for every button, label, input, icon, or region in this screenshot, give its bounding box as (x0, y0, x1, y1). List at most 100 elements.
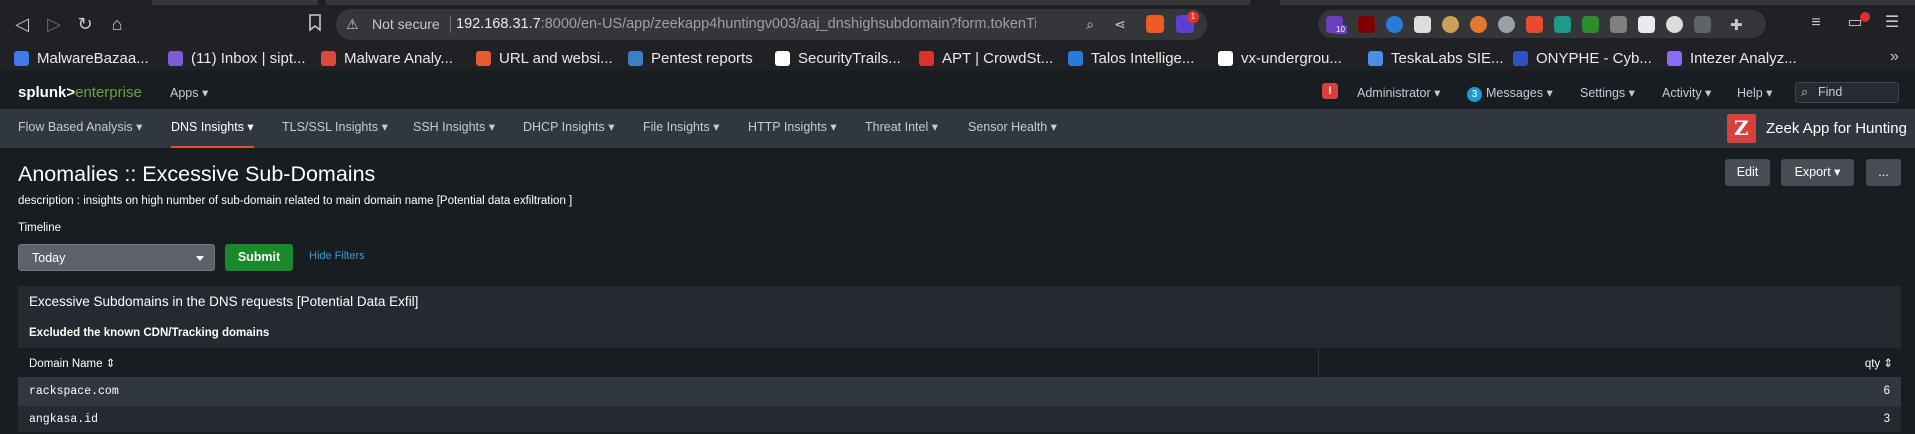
alert-icon[interactable]: ! (1322, 83, 1338, 99)
tab-tls-ssl-insights[interactable]: TLS/SSL Insights ▾ (282, 109, 388, 148)
extension-icon[interactable] (1610, 16, 1627, 33)
messages-menu[interactable]: 3 Messages ▾ (1467, 85, 1553, 102)
hide-filters-link[interactable]: Hide Filters (309, 250, 365, 262)
extension-icon[interactable] (1414, 16, 1431, 33)
bookmark-item[interactable]: Pentest reports (628, 48, 753, 68)
app-nav: Flow Based Analysis ▾ DNS Insights ▾ TLS… (0, 109, 1915, 148)
ublock-icon[interactable] (1358, 16, 1375, 33)
splunk-logo[interactable]: splunk>enterprise (18, 84, 142, 101)
playlist-icon[interactable]: ≡ (1806, 13, 1826, 33)
timeline-value: Today (32, 251, 66, 265)
bookmark-item[interactable]: Talos Intellige... (1068, 48, 1194, 68)
wallet-badge (1860, 12, 1870, 22)
bookmark-label: TeskaLabs SIE... (1391, 49, 1504, 67)
column-divider (1318, 348, 1319, 378)
home-icon[interactable]: ⌂ (106, 13, 128, 35)
url-separator (450, 16, 451, 33)
table-row[interactable]: angkasa.id 3 (18, 406, 1901, 434)
forward-icon[interactable]: ▷ (43, 13, 65, 35)
tab-dns-insights[interactable]: DNS Insights ▾ (171, 109, 254, 148)
bookmark-item[interactable]: Malware Analy... (321, 48, 453, 68)
bookmarks-bar: MalwareBazaa... (11) Inbox | sipt... Mal… (0, 46, 1915, 70)
shield-icon[interactable] (1638, 16, 1655, 33)
cookie-icon[interactable] (1442, 16, 1459, 33)
extension-icon[interactable] (1554, 16, 1571, 33)
edit-button[interactable]: Edit (1725, 159, 1770, 186)
browser-toolbar: ◁ ▷ ↻ ⌂ ⚠ Not secure 192.168.31.7:8000/e… (0, 0, 1915, 46)
bookmark-label: vx-undergrou... (1241, 49, 1342, 67)
bookmark-item[interactable]: Intezer Analyz... (1667, 48, 1797, 68)
bookmark-item[interactable]: TeskaLabs SIE... (1368, 48, 1504, 68)
extension-icon[interactable] (1498, 16, 1515, 33)
splunk-header: splunk>enterprise Apps ▾ Administrator ▾… (0, 78, 1915, 109)
panel-subtitle: Excluded the known CDN/Tracking domains (29, 327, 270, 339)
table-header: Domain Name ⇕ qty ⇕ (18, 348, 1901, 378)
reload-icon[interactable]: ↻ (74, 13, 96, 35)
bookmark-item[interactable]: (11) Inbox | sipt... (168, 48, 306, 68)
tab-ssh-insights[interactable]: SSH Insights ▾ (413, 109, 495, 148)
timeline-select[interactable]: Today (18, 244, 215, 271)
apps-menu[interactable]: Apps ▾ (170, 85, 208, 100)
tab-sensor-health[interactable]: Sensor Health ▾ (968, 109, 1057, 148)
bookmark-icon[interactable] (308, 14, 326, 32)
extension-icon[interactable] (1386, 16, 1403, 33)
bookmark-item[interactable]: vx-undergrou... (1218, 48, 1342, 68)
bookmark-item[interactable]: MalwareBazaa... (14, 48, 149, 68)
tab-dhcp-insights[interactable]: DHCP Insights ▾ (523, 109, 615, 148)
brave-shield-icon[interactable] (1146, 15, 1164, 33)
help-menu[interactable]: Help ▾ (1737, 85, 1772, 100)
bookmark-item[interactable]: URL and websi... (476, 48, 613, 68)
bookmark-label: (11) Inbox | sipt... (191, 49, 306, 67)
bookmark-favicon-icon (321, 50, 336, 66)
settings-menu[interactable]: Settings ▾ (1580, 85, 1635, 100)
extension-badge: 10 (1334, 25, 1347, 34)
bookmark-item[interactable]: SecurityTrails... (775, 48, 901, 68)
bookmark-item[interactable]: ONYPHE - Cyb... (1513, 48, 1652, 68)
submit-button[interactable]: Submit (225, 244, 293, 271)
bookmarks-overflow-icon[interactable]: » (1890, 48, 1899, 66)
page-description: description : insights on high number of… (18, 195, 573, 207)
timeline-label: Timeline (18, 222, 62, 234)
export-button[interactable]: Export ▾ (1781, 159, 1854, 186)
back-icon[interactable]: ◁ (11, 13, 33, 35)
cookie-icon[interactable] (1470, 16, 1487, 33)
find-input[interactable]: ⌕ Find (1795, 82, 1899, 103)
extension-icon[interactable] (1582, 16, 1599, 33)
search-icon: ⌕ (1801, 84, 1809, 99)
url-host: 192.168.31.7 (456, 16, 541, 32)
security-label[interactable]: Not secure (372, 16, 440, 32)
activity-menu[interactable]: Activity ▾ (1662, 85, 1711, 100)
bookmark-favicon-icon (628, 50, 643, 66)
bookmark-favicon-icon (775, 50, 790, 66)
column-header-domain[interactable]: Domain Name ⇕ (29, 356, 115, 370)
warning-icon[interactable]: ⚠ (346, 16, 359, 33)
tab-file-insights[interactable]: File Insights ▾ (643, 109, 719, 148)
bookmark-label: Intezer Analyz... (1690, 49, 1797, 67)
tab-threat-intel[interactable]: Threat Intel ▾ (865, 109, 938, 148)
column-header-qty[interactable]: qty ⇕ (1865, 356, 1893, 370)
bookmark-favicon-icon (1218, 50, 1233, 66)
extension-icon[interactable] (1694, 16, 1711, 33)
address-bar[interactable]: ⚠ Not secure 192.168.31.7:8000/en-US/app… (336, 9, 1207, 40)
puzzle-icon[interactable]: ✚ (1730, 16, 1747, 34)
bookmark-label: MalwareBazaa... (37, 49, 149, 67)
tab-http-insights[interactable]: HTTP Insights ▾ (748, 109, 837, 148)
rewards-badge: 1 (1187, 11, 1199, 23)
extension-icon[interactable] (1526, 16, 1543, 33)
qty-cell: 3 (1883, 413, 1890, 425)
menu-icon[interactable]: ☰ (1882, 13, 1902, 33)
url-path: :8000/en-US/app/zeekapp4huntingv003/aaj_… (540, 16, 1036, 32)
tab-strip (0, 0, 1915, 5)
bookmark-favicon-icon (168, 50, 183, 66)
extensions-area: 10 ✚ (1318, 10, 1766, 38)
user-menu[interactable]: Administrator ▾ (1357, 85, 1440, 100)
bookmark-item[interactable]: APT | CrowdSt... (919, 48, 1053, 68)
url-text[interactable]: 192.168.31.7:8000/en-US/app/zeekapp4hunt… (456, 16, 1036, 32)
more-button[interactable]: ... (1866, 159, 1901, 186)
zoom-icon[interactable]: ⌕ (1081, 15, 1099, 33)
table-row[interactable]: rackspace.com 6 (18, 378, 1901, 406)
share-icon[interactable]: ⋖ (1111, 15, 1129, 33)
extension-icon[interactable] (1666, 16, 1683, 33)
tab-flow-based-analysis[interactable]: Flow Based Analysis ▾ (18, 109, 142, 148)
results-panel: Excessive Subdomains in the DNS requests… (18, 286, 1901, 432)
